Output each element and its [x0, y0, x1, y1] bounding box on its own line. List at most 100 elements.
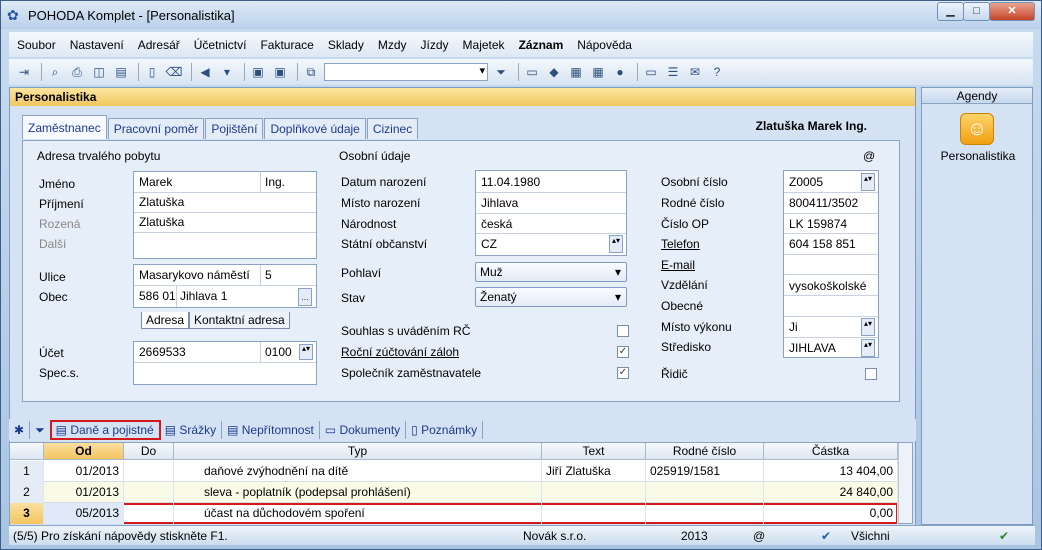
- bank-lookup-button[interactable]: ▴▾: [299, 344, 313, 360]
- do-cell[interactable]: [124, 482, 174, 503]
- stredisko-field[interactable]: JIHLAVA: [789, 341, 836, 355]
- minimize-button[interactable]: ▁: [937, 2, 964, 21]
- menu-soubor[interactable]: Soubor: [17, 38, 56, 52]
- filter-icon[interactable]: ⏷: [30, 420, 51, 440]
- typ-cell[interactable]: účast na důchodovém spoření: [174, 503, 542, 524]
- email-label[interactable]: E-mail: [661, 258, 695, 272]
- souhlas-checkbox[interactable]: [617, 325, 629, 337]
- menu-napoveda[interactable]: Nápověda: [577, 38, 632, 52]
- search-icon[interactable]: ⌕: [46, 63, 64, 81]
- rocni-zuctovani-label[interactable]: Roční zúčtování záloh: [341, 345, 459, 359]
- subtab-kontaktni-adresa[interactable]: Kontaktní adresa: [189, 312, 290, 329]
- menu-ucetnictvi[interactable]: Účetnictví: [194, 38, 247, 52]
- castka-cell[interactable]: 24 840,00: [764, 482, 898, 503]
- tab-pracovni-pomer[interactable]: Pracovní poměr: [107, 118, 205, 139]
- folder-icon[interactable]: ▭: [523, 63, 541, 81]
- rocni-zuctovani-checkbox[interactable]: ✓: [617, 346, 629, 358]
- psc-field[interactable]: 586 01: [139, 289, 176, 303]
- stav-select[interactable]: Ženatý: [475, 287, 627, 307]
- table-row[interactable]: 2 01/2013 sleva - poplatník (podepsal pr…: [10, 482, 898, 503]
- save-icon[interactable]: ▣: [249, 63, 267, 81]
- menu-sklady[interactable]: Sklady: [328, 38, 364, 52]
- titul-field[interactable]: Ing.: [265, 175, 285, 189]
- table-icon[interactable]: ▦: [589, 63, 607, 81]
- rozena-field[interactable]: Zlatuška: [139, 215, 184, 229]
- new-row-icon[interactable]: ✱: [9, 421, 31, 439]
- copy-icon[interactable]: ⧉: [302, 63, 320, 81]
- new-record-icon[interactable]: ▯: [143, 63, 161, 81]
- cislo-popisne-field[interactable]: 5: [265, 268, 272, 282]
- od-cell[interactable]: 01/2013: [44, 482, 124, 503]
- status-users[interactable]: Všichni: [851, 529, 890, 543]
- status-year[interactable]: 2013: [681, 529, 708, 543]
- telefon-label[interactable]: Telefon: [661, 237, 700, 251]
- filter-icon[interactable]: ⏷: [492, 63, 510, 81]
- rodne-cislo-field[interactable]: 800411/3502: [789, 196, 858, 210]
- dropdown-arrow-icon[interactable]: ▾: [218, 63, 236, 81]
- money-icon[interactable]: ◆: [545, 63, 563, 81]
- menu-jizdy[interactable]: Jízdy: [421, 38, 449, 52]
- tab-srazky[interactable]: ▤ Srážky: [160, 421, 223, 439]
- castka-cell[interactable]: 0,00: [764, 503, 898, 524]
- menu-nastaveni[interactable]: Nastavení: [70, 38, 124, 52]
- quick-search-combo[interactable]: [324, 63, 488, 81]
- datum-narozeni-field[interactable]: 11.04.1980: [481, 175, 540, 189]
- personnel-icon[interactable]: ☺: [960, 113, 994, 145]
- tab-poznamky[interactable]: ▯ Poznámky: [406, 421, 484, 439]
- tab-doplnkove-udaje[interactable]: Doplňkové údaje: [264, 118, 366, 139]
- misto-vykonu-field[interactable]: Ji: [789, 320, 798, 334]
- menu-zaznam[interactable]: Záznam: [519, 38, 564, 52]
- report-icon[interactable]: ▤: [112, 63, 130, 81]
- status-at-icon[interactable]: @: [753, 529, 765, 543]
- status-company[interactable]: Novák s.r.o.: [523, 529, 586, 543]
- agendy-item-personalistika[interactable]: Personalistika: [922, 149, 1034, 163]
- obec-lookup-button[interactable]: …: [298, 288, 312, 306]
- mail-icon[interactable]: ✉: [686, 63, 704, 81]
- menu-fakturace[interactable]: Fakturace: [260, 38, 313, 52]
- exit-icon[interactable]: ⇥: [15, 63, 33, 81]
- od-cell[interactable]: 05/2013: [44, 503, 124, 524]
- tab-cizinec[interactable]: Cizinec: [366, 118, 419, 139]
- narodnost-field[interactable]: česká: [481, 217, 512, 231]
- tab-dane-a-pojistne[interactable]: ▤ Daně a pojistné: [49, 420, 161, 440]
- delete-icon[interactable]: ⌫: [165, 63, 183, 81]
- close-button[interactable]: ✕: [989, 2, 1035, 21]
- text-cell[interactable]: Jiří Zlatuška: [542, 461, 646, 482]
- cislo-op-field[interactable]: LK 159874: [789, 217, 847, 231]
- typ-cell[interactable]: sleva - poplatník (podepsal prohlášení): [174, 482, 542, 503]
- tab-pojisteni[interactable]: Pojištění: [205, 118, 264, 139]
- prijmeni-field[interactable]: Zlatuška: [139, 195, 184, 209]
- col-text-header[interactable]: Text: [542, 443, 646, 460]
- vzdelani-field[interactable]: vysokoškolské: [789, 279, 866, 293]
- preview-icon[interactable]: ◫: [90, 63, 108, 81]
- rodne-cislo-cell[interactable]: [646, 503, 764, 524]
- calculator-icon[interactable]: ▦: [567, 63, 585, 81]
- text-cell[interactable]: [542, 482, 646, 503]
- misto-vykonu-lookup[interactable]: ▴▾: [861, 318, 875, 336]
- tab-zamestnanec[interactable]: Zaměstnanec: [22, 115, 107, 139]
- od-cell[interactable]: 01/2013: [44, 461, 124, 482]
- table-row-selected[interactable]: 3 05/2013 účast na důchodovém spoření 0,…: [10, 503, 898, 524]
- col-rodne-cislo-header[interactable]: Rodné číslo: [646, 443, 764, 460]
- help-icon[interactable]: ?: [708, 63, 726, 81]
- col-do-header[interactable]: Do: [124, 443, 174, 460]
- jmeno-field[interactable]: Marek: [139, 175, 172, 189]
- tab-nepritomnost[interactable]: ▤ Nepřítomnost: [222, 421, 320, 439]
- table-row[interactable]: 1 01/2013 daňové zvýhodnění na dítě Jiří…: [10, 461, 898, 482]
- save-all-icon[interactable]: ▣: [271, 63, 289, 81]
- typ-cell[interactable]: daňové zvýhodnění na dítě: [174, 461, 542, 482]
- menu-adresar[interactable]: Adresář: [138, 38, 180, 52]
- rodne-cislo-cell[interactable]: 025919/1581: [646, 461, 764, 482]
- do-cell[interactable]: [124, 461, 174, 482]
- message-icon[interactable]: ▭: [642, 63, 660, 81]
- ucet-field[interactable]: 2669533: [139, 345, 186, 359]
- col-typ-header[interactable]: Typ: [174, 443, 542, 460]
- statni-lookup-button[interactable]: ▴▾: [609, 235, 623, 253]
- list-icon[interactable]: ☰: [664, 63, 682, 81]
- statni-obcanstvi-field[interactable]: CZ: [481, 237, 497, 251]
- ulice-field[interactable]: Masarykovo náměstí: [139, 268, 250, 282]
- print-icon[interactable]: ⎙: [68, 63, 86, 81]
- pohlavi-select[interactable]: Muž: [475, 262, 627, 282]
- telefon-field[interactable]: 604 158 851: [789, 237, 856, 251]
- col-od-header[interactable]: Od: [44, 443, 124, 460]
